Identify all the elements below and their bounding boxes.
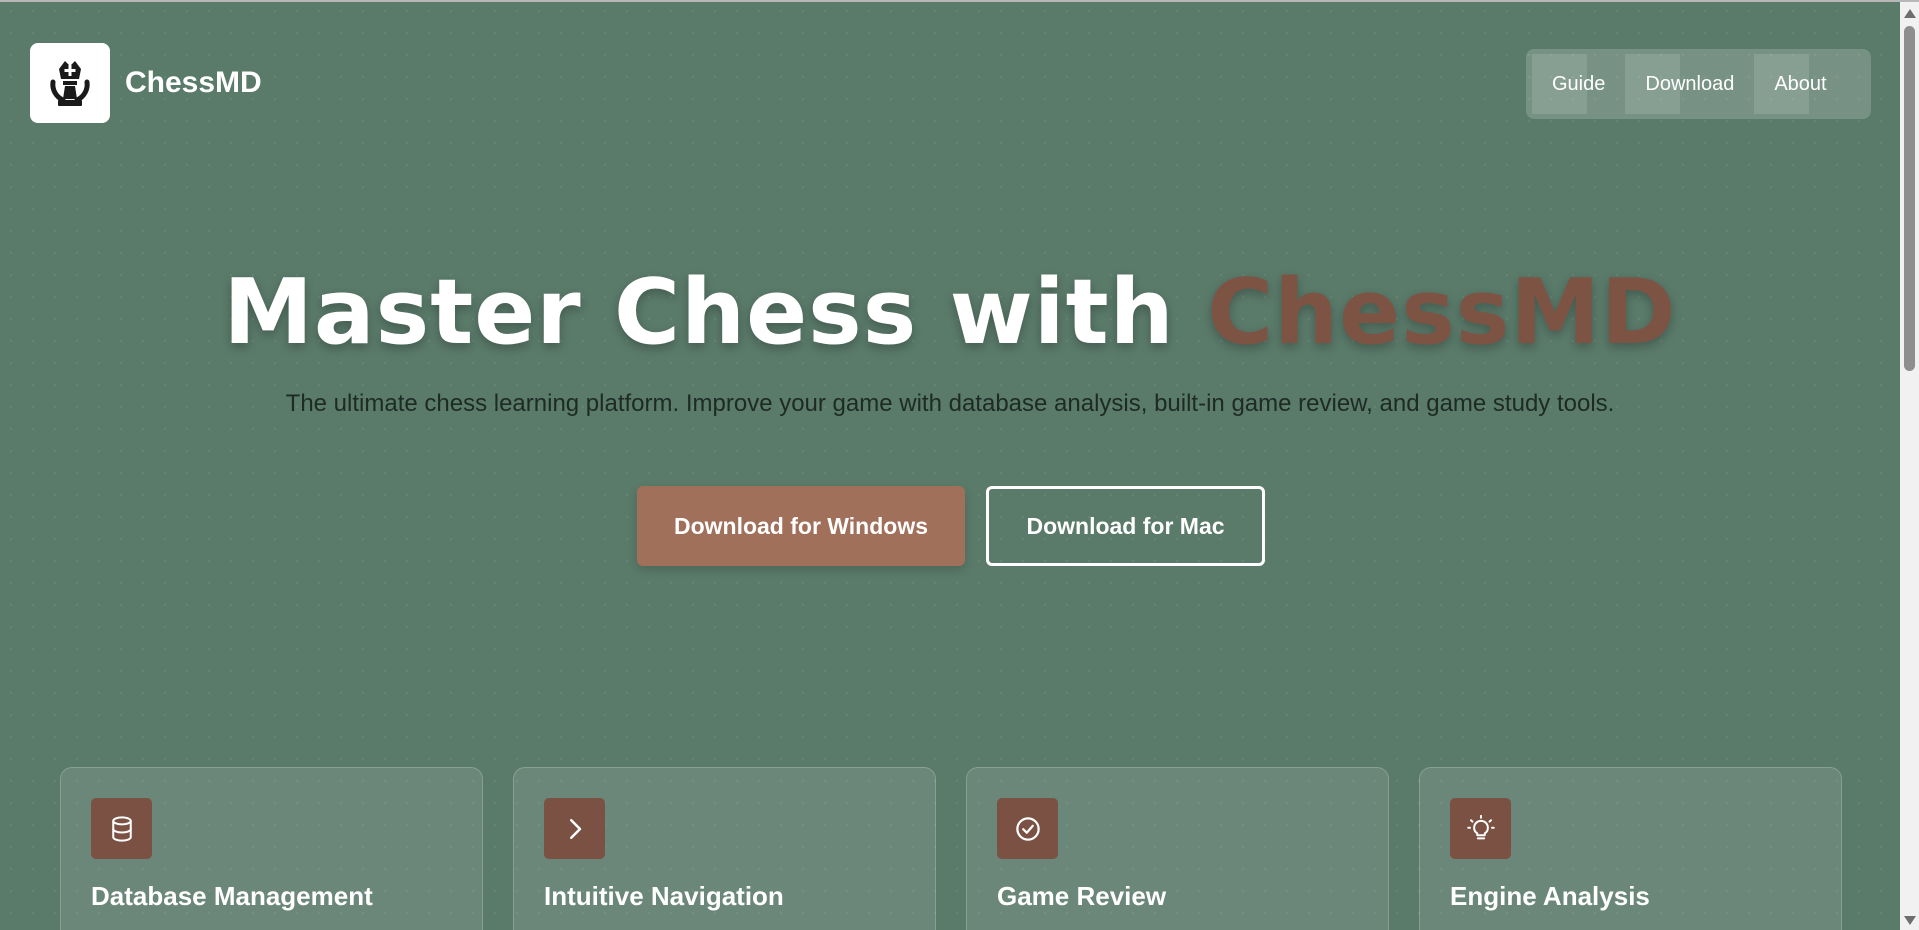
nav-link-guide[interactable]: Guide (1532, 54, 1625, 114)
feature-title: Game Review (997, 881, 1167, 911)
lightbulb-icon (1450, 798, 1511, 859)
download-mac-button[interactable]: Download for Mac (986, 486, 1265, 566)
hero-title: Master Chess with ChessMD (0, 260, 1900, 365)
hero-subtitle: The ultimate chess learning platform. Im… (285, 390, 1615, 417)
chessmd-logo[interactable] (30, 43, 110, 123)
scroll-down-arrow-icon[interactable] (1904, 916, 1916, 925)
page: ChessMD Guide Download About Master Ches… (0, 2, 1900, 930)
chevron-right-icon (544, 798, 605, 859)
download-windows-button[interactable]: Download for Windows (637, 486, 965, 566)
brand-name[interactable]: ChessMD (125, 66, 262, 100)
hero-title-main: Master Chess with (223, 260, 1208, 365)
hero-title-accent: ChessMD (1207, 260, 1677, 365)
scroll-thumb[interactable] (1904, 26, 1915, 371)
vertical-scrollbar[interactable] (1900, 2, 1919, 930)
chess-king-logo-icon (50, 61, 90, 106)
nav-link-download[interactable]: Download (1625, 54, 1754, 114)
nav-link-about[interactable]: About (1754, 54, 1846, 114)
feature-card-database: Database Management (60, 767, 483, 930)
check-circle-icon (997, 798, 1058, 859)
scroll-up-arrow-icon[interactable] (1904, 9, 1916, 18)
top-nav: Guide Download About (1526, 49, 1871, 119)
nav-link-label: Guide (1552, 72, 1606, 95)
feature-title: Engine Analysis (1450, 881, 1650, 911)
feature-title: Database Management (91, 881, 373, 911)
feature-card-navigation: Intuitive Navigation (513, 767, 936, 930)
database-icon (91, 798, 152, 859)
feature-card-engine-analysis: Engine Analysis (1419, 767, 1842, 930)
nav-link-label: Download (1645, 72, 1735, 95)
feature-title: Intuitive Navigation (544, 881, 784, 911)
nav-link-label: About (1774, 72, 1827, 95)
feature-card-game-review: Game Review (966, 767, 1389, 930)
